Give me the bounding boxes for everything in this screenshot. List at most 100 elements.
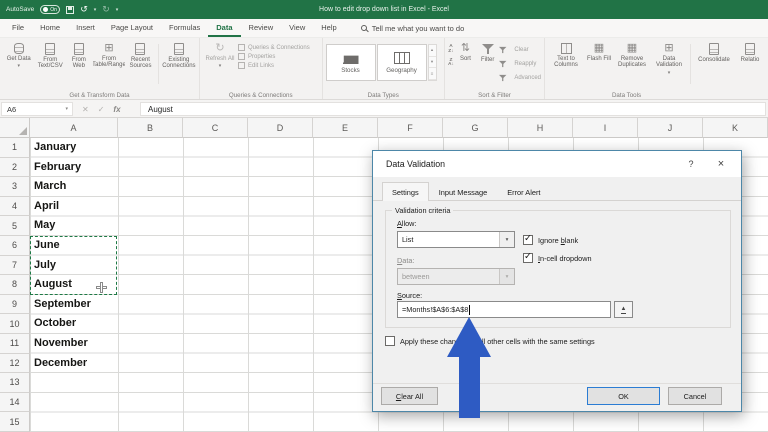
- filter-button[interactable]: Filter: [477, 42, 498, 64]
- tab-data[interactable]: Data: [208, 19, 241, 37]
- from-text-csv-button[interactable]: From Text/CSV: [35, 42, 65, 71]
- sort-az-ascending-icon[interactable]: A Z↓: [448, 44, 454, 55]
- clear-all-button[interactable]: Clear All: [381, 387, 438, 405]
- gallery-more-icon[interactable]: ≡: [428, 68, 436, 81]
- row-header-14[interactable]: 14: [0, 392, 30, 413]
- tab-settings[interactable]: Settings: [382, 182, 429, 201]
- formula-input[interactable]: August: [140, 102, 766, 116]
- save-icon[interactable]: [66, 5, 75, 14]
- select-all-corner[interactable]: [0, 118, 30, 138]
- gallery-scrollbar[interactable]: ▴ ▾ ≡: [427, 44, 437, 81]
- scroll-up-icon[interactable]: ▴: [428, 45, 436, 57]
- source-input[interactable]: =Months!$A$6:$A$8: [397, 301, 611, 318]
- column-header-c[interactable]: C: [183, 118, 248, 138]
- column-header-d[interactable]: D: [248, 118, 313, 138]
- insert-function-icon[interactable]: fx: [113, 105, 120, 114]
- text-to-columns-button[interactable]: Text to Columns: [548, 42, 584, 70]
- column-header-h[interactable]: H: [508, 118, 573, 138]
- consolidate-button[interactable]: Consolidate: [694, 42, 734, 64]
- geography-card[interactable]: Geography: [376, 44, 427, 81]
- from-web-button[interactable]: From Web: [66, 42, 92, 71]
- queries-connections-button: Queries & Connections: [238, 44, 310, 51]
- tab-formulas[interactable]: Formulas: [161, 19, 208, 37]
- scroll-down-icon[interactable]: ▾: [428, 57, 436, 69]
- cell-A12[interactable]: December: [34, 357, 87, 374]
- in-cell-dropdown-checkbox[interactable]: ✓: [523, 251, 533, 263]
- dialog-close-button[interactable]: ×: [709, 151, 733, 177]
- stocks-card[interactable]: Stocks: [325, 44, 376, 81]
- sort-za-descending-icon[interactable]: Z A↓: [448, 58, 454, 69]
- clear-filter-button[interactable]: Clear: [499, 44, 541, 56]
- row-header-9[interactable]: 9: [0, 294, 30, 315]
- collapse-dialog-button[interactable]: ▲: [614, 301, 633, 318]
- tab-help[interactable]: Help: [313, 19, 344, 37]
- ok-button[interactable]: OK: [587, 387, 660, 405]
- row-header-3[interactable]: 3: [0, 177, 30, 197]
- customize-toolbar-icon[interactable]: ▾: [116, 7, 119, 13]
- tab-insert[interactable]: Insert: [68, 19, 103, 37]
- tell-me-box[interactable]: Tell me what you want to do: [360, 19, 464, 37]
- get-data-button[interactable]: Get Data ▾: [3, 42, 34, 71]
- name-box[interactable]: A6 ▾: [1, 102, 73, 116]
- autosave-toggle[interactable]: On: [40, 5, 61, 14]
- refresh-icon: ↻: [215, 42, 225, 54]
- tab-review[interactable]: Review: [241, 19, 282, 37]
- from-table-range-button[interactable]: ⊞ From Table/Range: [93, 42, 125, 70]
- allow-dropdown[interactable]: List ▾: [397, 231, 515, 248]
- row-header-15[interactable]: 15: [0, 412, 30, 432]
- row-header-2[interactable]: 2: [0, 157, 30, 178]
- apply-changes-checkbox[interactable]: [385, 336, 395, 346]
- tab-error-alert[interactable]: Error Alert: [497, 183, 550, 201]
- row-header-12[interactable]: 12: [0, 353, 30, 374]
- cell-A3[interactable]: March: [34, 180, 66, 197]
- funnel-advanced-icon: [499, 74, 507, 82]
- caret-down-icon[interactable]: ▾: [499, 232, 514, 247]
- tab-home[interactable]: Home: [32, 19, 68, 37]
- flash-fill-icon: ▦: [593, 42, 605, 54]
- tab-view[interactable]: View: [281, 19, 313, 37]
- sort-button[interactable]: ⇅ Sort: [455, 42, 476, 63]
- row-header-8[interactable]: 8: [0, 275, 30, 295]
- existing-connections-button[interactable]: Existing Connections: [162, 42, 196, 71]
- cell-A10[interactable]: October: [34, 317, 76, 334]
- column-header-f[interactable]: F: [378, 118, 443, 138]
- row-header-11[interactable]: 11: [0, 334, 30, 354]
- row-header-1[interactable]: 1: [0, 138, 30, 158]
- column-header-k[interactable]: K: [703, 118, 768, 138]
- flash-fill-button[interactable]: ▦ Flash Fill: [585, 42, 613, 63]
- cell-A11[interactable]: November: [34, 337, 88, 354]
- advanced-filter-button[interactable]: Advanced: [499, 72, 541, 84]
- row-header-10[interactable]: 10: [0, 314, 30, 334]
- ignore-blank-checkbox[interactable]: ✓: [523, 233, 533, 245]
- cell-A4[interactable]: April: [34, 200, 59, 217]
- dialog-help-button[interactable]: ?: [681, 151, 701, 177]
- undo-icon[interactable]: ↺: [80, 5, 88, 14]
- row-header-4[interactable]: 4: [0, 196, 30, 217]
- undo-caret-icon[interactable]: ▾: [94, 7, 97, 13]
- relationships-button[interactable]: Relatio: [735, 42, 765, 64]
- cancel-button[interactable]: Cancel: [668, 387, 722, 405]
- recent-sources-button[interactable]: Recent Sources: [126, 42, 155, 71]
- cell-A2[interactable]: February: [34, 161, 81, 178]
- column-header-b[interactable]: B: [118, 118, 183, 138]
- row-header-7[interactable]: 7: [0, 255, 30, 276]
- cell-A5[interactable]: May: [34, 219, 55, 236]
- data-validation-button[interactable]: ⊞ Data Validation ▾: [651, 42, 687, 77]
- row-header-5[interactable]: 5: [0, 216, 30, 236]
- tab-page-layout[interactable]: Page Layout: [103, 19, 161, 37]
- column-header-e[interactable]: E: [313, 118, 378, 138]
- tab-file[interactable]: File: [4, 19, 32, 37]
- data-label: Data:: [397, 256, 415, 265]
- remove-duplicates-button[interactable]: ▦ Remove Duplicates: [614, 42, 650, 70]
- column-header-j[interactable]: J: [638, 118, 703, 138]
- name-box-caret-icon[interactable]: ▾: [65, 106, 68, 112]
- cell-A1[interactable]: January: [34, 141, 76, 158]
- cell-A9[interactable]: September: [34, 298, 91, 315]
- tab-input-message[interactable]: Input Message: [429, 183, 497, 201]
- column-header-a[interactable]: A: [30, 118, 118, 138]
- row-header-13[interactable]: 13: [0, 373, 30, 393]
- column-header-g[interactable]: G: [443, 118, 508, 138]
- column-header-i[interactable]: I: [573, 118, 638, 138]
- row-header-6[interactable]: 6: [0, 236, 30, 256]
- properties-button: Properties: [238, 53, 310, 60]
